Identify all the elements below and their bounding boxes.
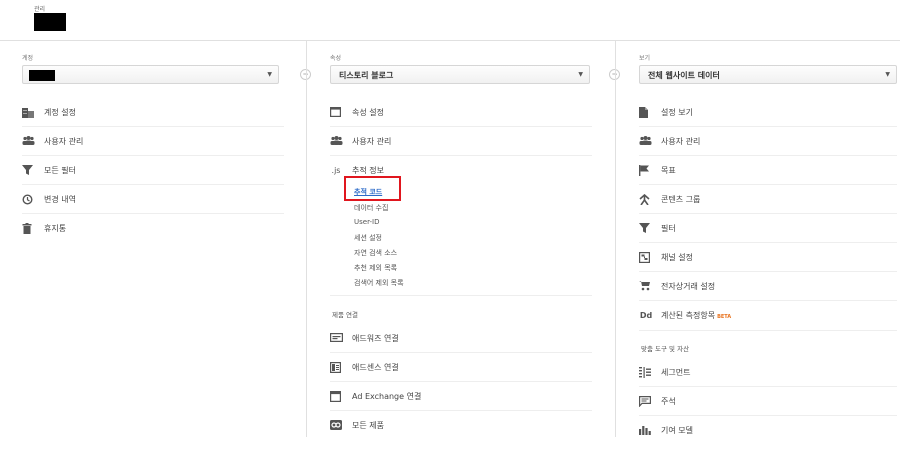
sub-item-user-id[interactable]: User-ID	[354, 218, 380, 226]
sub-item-organic-search-sources[interactable]: 자연 검색 소스	[354, 248, 397, 258]
view-selector[interactable]: 전체 웹사이트 데이터 ▼	[639, 65, 897, 84]
adexchange-icon	[330, 391, 342, 402]
menu-label: 추적 정보	[352, 166, 384, 175]
menu-label: 주석	[661, 397, 676, 406]
menu-label: 사용자 관리	[44, 137, 84, 146]
attribution-icon	[639, 425, 651, 436]
menu-label: 사용자 관리	[352, 137, 392, 146]
redacted-account-name	[34, 13, 66, 31]
menu-label: 목표	[661, 166, 676, 175]
filter-icon	[639, 223, 651, 234]
document-icon	[639, 107, 651, 118]
menu-item-annotations[interactable]: 주석	[639, 387, 897, 416]
annotation-icon	[639, 396, 651, 407]
menu-label: 계정 설정	[44, 108, 76, 117]
menu-item-segments[interactable]: 세그먼트	[639, 358, 897, 387]
menu-label: 변경 내역	[44, 195, 76, 204]
highlight-box	[344, 176, 401, 201]
menu-item-user-management[interactable]: 사용자 관리	[22, 127, 284, 156]
separator	[330, 295, 592, 296]
trash-icon	[22, 223, 34, 234]
chevron-down-icon: ▼	[885, 71, 890, 78]
property-window-icon	[330, 107, 342, 118]
account-selector[interactable]: ▼	[22, 65, 279, 84]
building-icon	[22, 107, 34, 118]
redacted-account-value	[29, 70, 55, 81]
account-label: 계정	[22, 55, 34, 62]
menu-item-ecommerce-settings[interactable]: 전자상거래 설정	[639, 272, 897, 301]
menu-item-account-settings[interactable]: 계정 설정	[22, 98, 284, 127]
sub-item-session-settings[interactable]: 세션 설정	[354, 233, 382, 243]
history-icon	[22, 194, 34, 205]
menu-label: Ad Exchange 연결	[352, 392, 422, 401]
menu-label: 필터	[661, 224, 676, 233]
content-group-icon	[639, 194, 651, 205]
menu-item-adwords-linking[interactable]: 애드워즈 연결	[330, 324, 592, 353]
menu-item-adexchange-linking[interactable]: Ad Exchange 연결	[330, 382, 592, 411]
menu-label: 전자상거래 설정	[661, 282, 716, 291]
menu-label: 속성 설정	[352, 108, 384, 117]
filter-icon	[22, 165, 34, 176]
menu-item-view-settings[interactable]: 설정 보기	[639, 98, 897, 127]
menu-label: 채널 설정	[661, 253, 693, 262]
menu-item-view-users[interactable]: 사용자 관리	[639, 127, 897, 156]
menu-item-view-filters[interactable]: 필터	[639, 214, 897, 243]
menu-label: 계산된 측정항목 BETA	[661, 310, 731, 321]
menu-item-content-grouping[interactable]: 콘텐츠 그룹	[639, 185, 897, 214]
cart-icon	[639, 281, 651, 292]
menu-item-all-products[interactable]: 모든 제품	[330, 411, 592, 440]
sub-item-data-collection[interactable]: 데이터 수집	[354, 203, 388, 213]
menu-item-property-users[interactable]: 사용자 관리	[330, 127, 592, 156]
sub-item-referral-exclusion[interactable]: 추천 제외 목록	[354, 263, 397, 273]
menu-label: 콘텐츠 그룹	[661, 195, 701, 204]
link-icon	[330, 420, 342, 431]
users-icon	[22, 136, 35, 147]
segment-icon	[639, 367, 651, 378]
property-selected: 티스토리 블로그	[339, 71, 394, 80]
beta-badge: BETA	[717, 314, 732, 320]
menu-item-channel-settings[interactable]: 채널 설정	[639, 243, 897, 272]
users-icon	[639, 136, 652, 147]
menu-item-change-history[interactable]: 변경 내역	[22, 185, 284, 214]
flag-icon	[639, 165, 651, 176]
column-divider	[615, 41, 616, 437]
channel-icon	[639, 252, 651, 263]
js-icon: .js	[331, 166, 341, 175]
sub-item-search-term-exclusion[interactable]: 검색어 제외 목록	[354, 278, 404, 288]
menu-label: 애드워즈 연결	[352, 334, 399, 343]
chevron-down-icon: ▼	[578, 71, 583, 78]
menu-item-trash[interactable]: 휴지통	[22, 214, 284, 243]
admin-title: 관리	[34, 6, 46, 13]
menu-item-adsense-linking[interactable]: 애드센스 연결	[330, 353, 592, 382]
property-label: 속성	[330, 55, 342, 62]
menu-item-calculated-metrics[interactable]: Dd 계산된 측정항목 BETA	[639, 301, 897, 330]
custom-tools-title: 맞춤 도구 및 자산	[641, 345, 690, 353]
menu-item-property-settings[interactable]: 속성 설정	[330, 98, 592, 127]
adsense-icon	[330, 362, 342, 373]
menu-item-tracking-info[interactable]: .js 추적 정보	[330, 156, 592, 178]
menu-label: 애드센스 연결	[352, 363, 399, 372]
menu-label: 휴지통	[44, 224, 67, 233]
dd-icon: Dd	[639, 311, 653, 320]
chevron-down-icon: ▼	[267, 71, 272, 78]
menu-label: 설정 보기	[661, 108, 693, 117]
menu-label: 모든 제품	[352, 421, 384, 430]
menu-item-all-filters[interactable]: 모든 필터	[22, 156, 284, 185]
menu-label: 기여 모델	[661, 426, 693, 435]
menu-label: 세그먼트	[661, 368, 691, 377]
menu-item-attribution-models[interactable]: 기여 모델	[639, 416, 897, 445]
view-label: 보기	[639, 55, 651, 62]
product-linking-title: 제품 연결	[332, 311, 358, 319]
menu-item-goals[interactable]: 목표	[639, 156, 897, 185]
column-divider	[306, 41, 307, 437]
separator	[639, 330, 897, 331]
admin-header: 관리	[0, 0, 900, 41]
users-icon	[330, 136, 343, 147]
view-selected: 전체 웹사이트 데이터	[648, 71, 720, 80]
adwords-icon	[330, 333, 343, 344]
property-selector[interactable]: 티스토리 블로그 ▼	[330, 65, 590, 84]
menu-label: 모든 필터	[44, 166, 76, 175]
menu-label: 사용자 관리	[661, 137, 701, 146]
menu-label-text: 계산된 측정항목	[661, 311, 716, 320]
